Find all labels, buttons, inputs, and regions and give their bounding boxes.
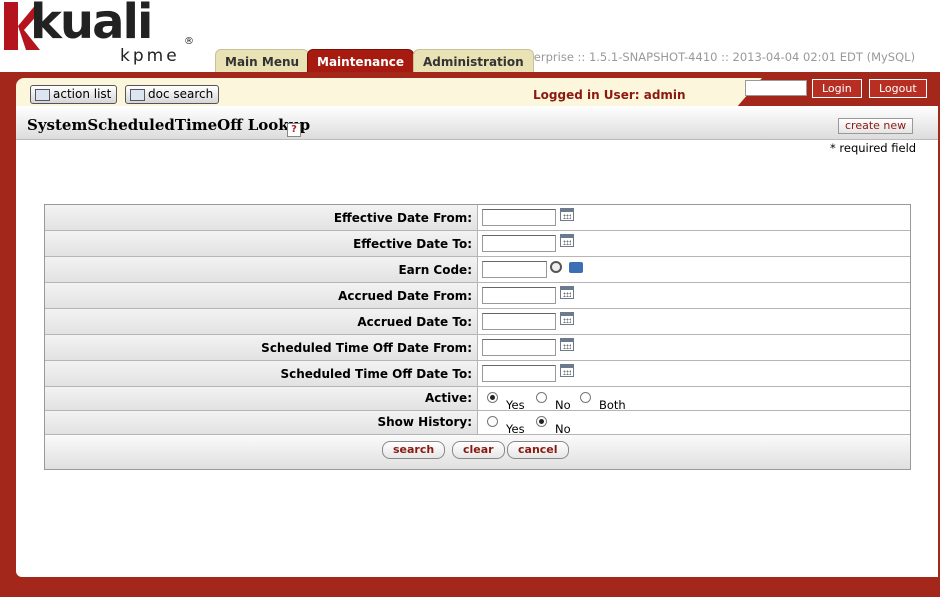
clear-button[interactable]: clear bbox=[452, 441, 505, 459]
accrued-date-from-row: Accrued Date From: bbox=[45, 283, 910, 309]
lookup-search-icon[interactable] bbox=[550, 261, 562, 273]
field-label: Scheduled Time Off Date To: bbox=[45, 361, 478, 386]
active-both-radio[interactable] bbox=[580, 392, 591, 403]
field-label: Effective Date From: bbox=[45, 205, 478, 230]
calendar-icon[interactable] bbox=[560, 312, 574, 325]
show-history-row: Show History: Yes No bbox=[45, 411, 910, 436]
accrued-date-to-row: Accrued Date To: bbox=[45, 309, 910, 335]
calendar-icon[interactable] bbox=[560, 234, 574, 247]
login-input[interactable] bbox=[745, 80, 807, 96]
doc-search-icon bbox=[130, 89, 145, 101]
field-label: Show History: bbox=[45, 411, 478, 434]
history-no-radio[interactable] bbox=[536, 416, 547, 427]
effective-date-to-row: Effective Date To: bbox=[45, 231, 910, 257]
calendar-icon[interactable] bbox=[560, 286, 574, 299]
field-label: Accrued Date To: bbox=[45, 309, 478, 334]
inquiry-book-icon[interactable] bbox=[569, 262, 583, 273]
scheduled-time-off-date-from-row: Scheduled Time Off Date From: bbox=[45, 335, 910, 361]
active-no-radio[interactable] bbox=[536, 392, 547, 403]
effective-date-from-input[interactable] bbox=[482, 209, 556, 226]
build-info: nterprise :: 1.5.1-SNAPSHOT-4410 :: 2013… bbox=[522, 50, 916, 64]
active-row: Active: Yes No Both bbox=[45, 387, 910, 412]
page-title: SystemScheduledTimeOff Lookup bbox=[27, 116, 311, 134]
form-button-row: search clear cancel bbox=[45, 435, 910, 469]
logo-subtext: kpme bbox=[120, 46, 180, 66]
accrued-date-to-input[interactable] bbox=[482, 313, 556, 330]
accrued-date-from-input[interactable] bbox=[482, 287, 556, 304]
tab-main-menu[interactable]: Main Menu bbox=[215, 49, 310, 74]
field-label: Earn Code: bbox=[45, 257, 478, 282]
effective-date-from-row: Effective Date From: bbox=[45, 205, 910, 231]
action-list-icon bbox=[35, 89, 50, 101]
effective-date-to-input[interactable] bbox=[482, 235, 556, 252]
history-yes-radio[interactable] bbox=[487, 416, 498, 427]
scheduled-time-off-date-to-row: Scheduled Time Off Date To: bbox=[45, 361, 910, 387]
field-label: Scheduled Time Off Date From: bbox=[45, 335, 478, 360]
header: kuali kpme ® nterprise :: 1.5.1-SNAPSHOT… bbox=[0, 0, 940, 74]
logo-text: kuali bbox=[30, 0, 153, 50]
tab-administration[interactable]: Administration bbox=[413, 49, 534, 74]
active-yes-radio[interactable] bbox=[487, 392, 498, 403]
earn-code-input[interactable] bbox=[482, 261, 547, 278]
login-button[interactable]: Login bbox=[812, 79, 862, 98]
lookup-form: Effective Date From: Effective Date To: … bbox=[44, 204, 911, 470]
required-field-note: * required field bbox=[830, 141, 917, 155]
scheduled-time-off-date-to-input[interactable] bbox=[482, 365, 556, 382]
title-bar: SystemScheduledTimeOff Lookup ? create n… bbox=[16, 108, 938, 140]
scheduled-time-off-date-from-input[interactable] bbox=[482, 339, 556, 356]
earn-code-row: Earn Code: bbox=[45, 257, 910, 283]
action-list-button[interactable]: action list bbox=[30, 85, 118, 104]
search-button[interactable]: search bbox=[382, 441, 446, 459]
calendar-icon[interactable] bbox=[560, 208, 574, 221]
tab-maintenance[interactable]: Maintenance bbox=[307, 49, 415, 74]
logout-button[interactable]: Logout bbox=[869, 79, 927, 98]
calendar-icon[interactable] bbox=[560, 338, 574, 351]
nav-bar: action list doc search Logged in User: a… bbox=[16, 78, 938, 108]
help-icon[interactable]: ? bbox=[287, 123, 301, 137]
doc-search-label: doc search bbox=[148, 87, 214, 101]
calendar-icon[interactable] bbox=[560, 364, 574, 377]
logged-in-user: Logged in User: admin bbox=[533, 88, 686, 102]
create-new-button[interactable]: create new bbox=[838, 118, 914, 134]
field-label: Accrued Date From: bbox=[45, 283, 478, 308]
registered-mark: ® bbox=[184, 36, 194, 47]
action-list-label: action list bbox=[53, 87, 112, 101]
doc-search-button[interactable]: doc search bbox=[125, 85, 220, 104]
cancel-button[interactable]: cancel bbox=[507, 441, 569, 459]
field-label: Effective Date To: bbox=[45, 231, 478, 256]
field-label: Active: bbox=[45, 387, 478, 410]
